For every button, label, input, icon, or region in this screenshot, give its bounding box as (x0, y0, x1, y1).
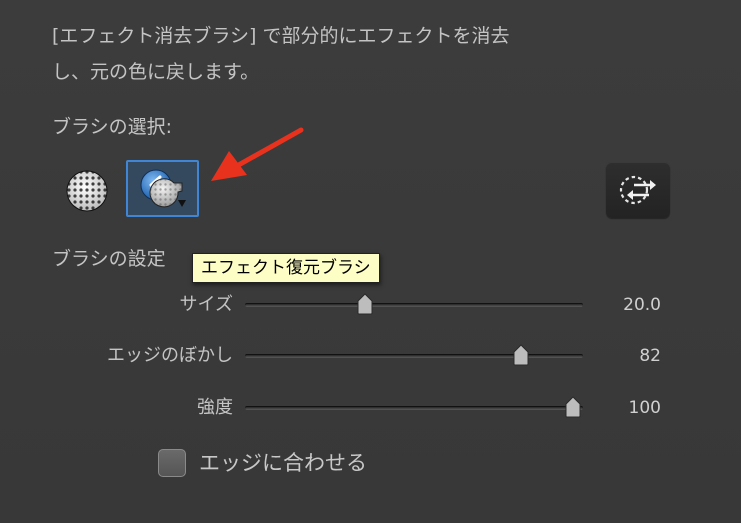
strength-slider-track[interactable] (245, 406, 583, 410)
edge-blur-label: エッジのぼかし (107, 345, 233, 366)
restore-brush-tooltip: エフェクト復元ブラシ (192, 253, 380, 283)
edge-blur-slider-thumb[interactable] (512, 344, 530, 366)
strength-value: 100 (628, 398, 661, 418)
restore-brush-button[interactable] (126, 160, 199, 217)
effect-brush-panel: [エフェクト消去ブラシ] で部分的にエフェクトを消去 し、元の色に戻します。 ブ… (0, 0, 741, 523)
edge-blur-slider-track[interactable] (245, 354, 583, 358)
description-line-1: [エフェクト消去ブラシ] で部分的にエフェクトを消去 (52, 25, 510, 47)
snap-to-edges-checkbox[interactable] (158, 449, 186, 477)
description-line-2: し、元の色に戻します。 (52, 61, 260, 83)
snap-to-edges-label: エッジに合わせる (199, 451, 367, 475)
strength-label: 強度 (197, 397, 233, 418)
size-slider-row: サイズ 20.0 (0, 290, 741, 320)
swap-selection-button[interactable] (606, 162, 670, 218)
brush-settings-label: ブラシの設定 (52, 248, 166, 270)
swap-selection-icon (619, 175, 656, 205)
restore-brush-icon (140, 169, 186, 208)
size-slider-track[interactable] (245, 303, 583, 307)
erase-brush-button[interactable] (60, 163, 116, 217)
dotted-brush-icon (66, 170, 108, 212)
edge-blur-slider-row: エッジのぼかし 82 (0, 341, 741, 371)
size-label: サイズ (179, 294, 233, 315)
edge-blur-value: 82 (639, 346, 661, 366)
size-slider-thumb[interactable] (356, 293, 374, 315)
strength-slider-row: 強度 100 (0, 393, 741, 423)
strength-slider-thumb[interactable] (564, 396, 582, 418)
annotation-arrow-icon (205, 125, 305, 189)
panel-description: [エフェクト消去ブラシ] で部分的にエフェクトを消去 し、元の色に戻します。 (52, 18, 672, 90)
size-value: 20.0 (623, 295, 661, 315)
brush-selection-label: ブラシの選択: (52, 116, 173, 138)
